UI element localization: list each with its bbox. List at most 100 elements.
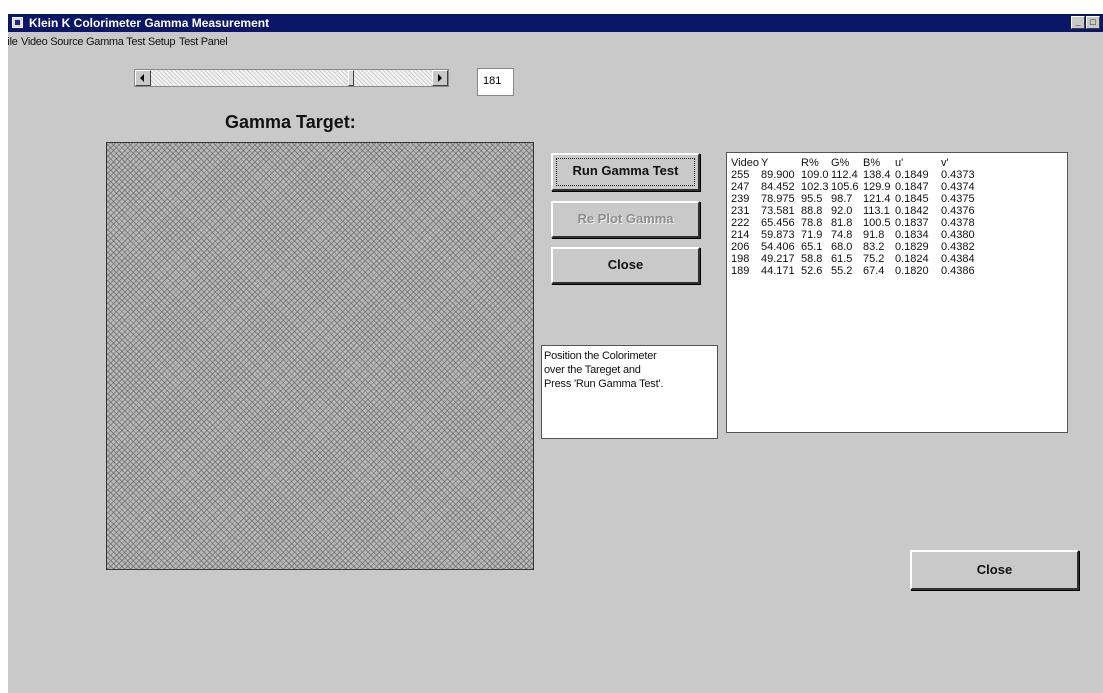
results-row: 189 44.171 52.6 55.2 67.4 0.1820 0.4386: [731, 265, 1063, 277]
results-row-cell: 0.1849: [895, 169, 929, 181]
results-row-cell: 91.8: [863, 229, 885, 241]
menu-bar: File Video Source Gamma Test Setup Test …: [8, 33, 1103, 51]
results-row-cell: 0.1824: [895, 253, 929, 265]
results-header-cell: u': [895, 157, 904, 169]
results-list[interactable]: Video Y R% G% B% u' v' 255 89.900 109.0 112.4 138.4…: [726, 152, 1068, 433]
results-row-cell: 222: [731, 217, 750, 229]
results-row-cell: 75.2: [863, 253, 885, 265]
maximize-icon[interactable]: □: [1086, 16, 1100, 29]
results-row-cell: 49.217: [761, 253, 795, 265]
results-header: Video Y R% G% B% u' v': [731, 157, 1063, 169]
results-row: 247 84.452 102.3 105.6 129.9 0.1847 0.4374: [731, 181, 1063, 193]
results-row-cell: 0.1829: [895, 241, 929, 253]
results-row-cell: 73.581: [761, 205, 795, 217]
instruction-text-box: Position the Colorimeter over the Tarege…: [541, 345, 718, 439]
results-row: 198 49.217 58.8 61.5 75.2 0.1824 0.4384: [731, 253, 1063, 265]
menu-file[interactable]: File: [8, 36, 18, 48]
results-row-cell: 0.1842: [895, 205, 929, 217]
window-title: Klein K Colorimeter Gamma Measurement: [29, 16, 270, 30]
results-row-cell: 0.4374: [941, 181, 975, 193]
results-header-cell: v': [941, 157, 949, 169]
close-bottom-button[interactable]: Close: [910, 550, 1079, 590]
results-row-cell: 239: [731, 193, 750, 205]
results-row: 222 65.456 78.8 81.8 100.5 0.1837 0.4378: [731, 217, 1063, 229]
results-header-cell: G%: [831, 157, 850, 169]
results-row-cell: 58.8: [801, 253, 823, 265]
results-row: 214 59.873 71.9 74.8 91.8 0.1834 0.4380: [731, 229, 1063, 241]
run-gamma-test-button[interactable]: Run Gamma Test: [551, 153, 700, 191]
results-row-cell: 113.1: [863, 205, 890, 217]
app-icon[interactable]: [12, 17, 23, 28]
results-row-cell: 214: [731, 229, 750, 241]
results-row-cell: 65.1: [801, 241, 823, 253]
results-row-cell: 112.4: [831, 169, 858, 181]
results-row-cell: 138.4: [863, 169, 891, 181]
results-row-cell: 74.8: [831, 229, 853, 241]
menu-video-source[interactable]: Video Source: [21, 36, 84, 48]
close-button[interactable]: Close: [551, 247, 700, 284]
menu-gamma-test-setup[interactable]: Gamma Test Setup: [86, 36, 175, 48]
results-row-cell: 189: [731, 265, 750, 277]
results-row-cell: 0.4382: [941, 241, 975, 253]
results-row-cell: 0.4373: [941, 169, 975, 181]
results-row-cell: 92.0: [831, 205, 853, 217]
results-row-cell: 109.0: [801, 169, 829, 181]
results-row-cell: 102.3: [801, 181, 829, 193]
results-row-cell: 98.7: [831, 193, 853, 205]
results-row-cell: 129.9: [863, 181, 891, 193]
results-row-cell: 0.1845: [895, 193, 929, 205]
replot-gamma-button[interactable]: Re Plot Gamma: [551, 201, 700, 238]
results-row-cell: 121.4: [863, 193, 891, 205]
results-row-cell: 68.0: [831, 241, 853, 253]
results-row-cell: 105.6: [831, 181, 859, 193]
results-row-cell: 65.456: [761, 217, 795, 229]
results-row-cell: 89.900: [761, 169, 795, 181]
results-row-cell: 0.4386: [941, 265, 975, 277]
results-row-cell: 78.975: [761, 193, 795, 205]
results-row-cell: 100.5: [863, 217, 891, 229]
results-header-cell: R%: [801, 157, 819, 169]
title-bar[interactable]: Klein K Colorimeter Gamma Measurement _ …: [8, 14, 1103, 32]
arrow-left-icon: [140, 74, 144, 82]
results-row-cell: 247: [731, 181, 750, 193]
results-row-cell: 95.5: [801, 193, 823, 205]
results-row-cell: 81.8: [831, 217, 853, 229]
results-row-cell: 55.2: [831, 265, 853, 277]
slider-left-button[interactable]: [135, 70, 151, 86]
results-row-cell: 67.4: [863, 265, 885, 277]
instruction-line: over the Tareget and: [544, 364, 641, 376]
results-row: 239 78.975 95.5 98.7 121.4 0.1845 0.4375: [731, 193, 1063, 205]
results-row-cell: 84.452: [761, 181, 795, 193]
gamma-target-label: Gamma Target:: [225, 112, 356, 132]
slider-thumb[interactable]: [347, 70, 354, 86]
results-row-cell: 255: [731, 169, 750, 181]
results-row-cell: 0.1837: [895, 217, 929, 229]
minimize-icon[interactable]: _: [1071, 16, 1085, 29]
results-row-cell: 231: [731, 205, 750, 217]
results-header-cell: B%: [863, 157, 881, 169]
results-row-cell: 198: [731, 253, 750, 265]
results-row-cell: 78.8: [801, 217, 823, 229]
results-row: 255 89.900 109.0 112.4 138.4 0.1849 0.4373: [731, 169, 1063, 181]
gamma-target-pattern: [106, 142, 534, 570]
results-row-cell: 61.5: [831, 253, 853, 265]
results-row-cell: 0.1820: [895, 265, 929, 277]
instruction-line: Press 'Run Gamma Test'.: [544, 378, 664, 390]
arrow-right-icon: [438, 74, 442, 82]
main-window: Klein K Colorimeter Gamma Measurement _ …: [8, 14, 1103, 693]
menu-test-panel[interactable]: Test Panel: [179, 36, 228, 48]
instruction-line: Position the Colorimeter: [544, 350, 657, 362]
results-row-cell: 0.4384: [941, 253, 975, 265]
results-row-cell: 206: [731, 241, 750, 253]
results-row-cell: 83.2: [863, 241, 885, 253]
results-row-cell: 52.6: [801, 265, 823, 277]
results-row: 206 54.406 65.1 68.0 83.2 0.1829 0.4382: [731, 241, 1063, 253]
results-row: 231 73.581 88.8 92.0 113.1 0.1842 0.4376: [731, 205, 1063, 217]
results-row-cell: 0.4375: [941, 193, 975, 205]
level-slider[interactable]: [134, 69, 449, 87]
results-row-cell: 0.4376: [941, 205, 975, 217]
results-row-cell: 0.1834: [895, 229, 929, 241]
slider-value-field[interactable]: 181: [477, 68, 514, 96]
results-header-cell: Video: [731, 157, 759, 169]
slider-right-button[interactable]: [432, 70, 448, 86]
